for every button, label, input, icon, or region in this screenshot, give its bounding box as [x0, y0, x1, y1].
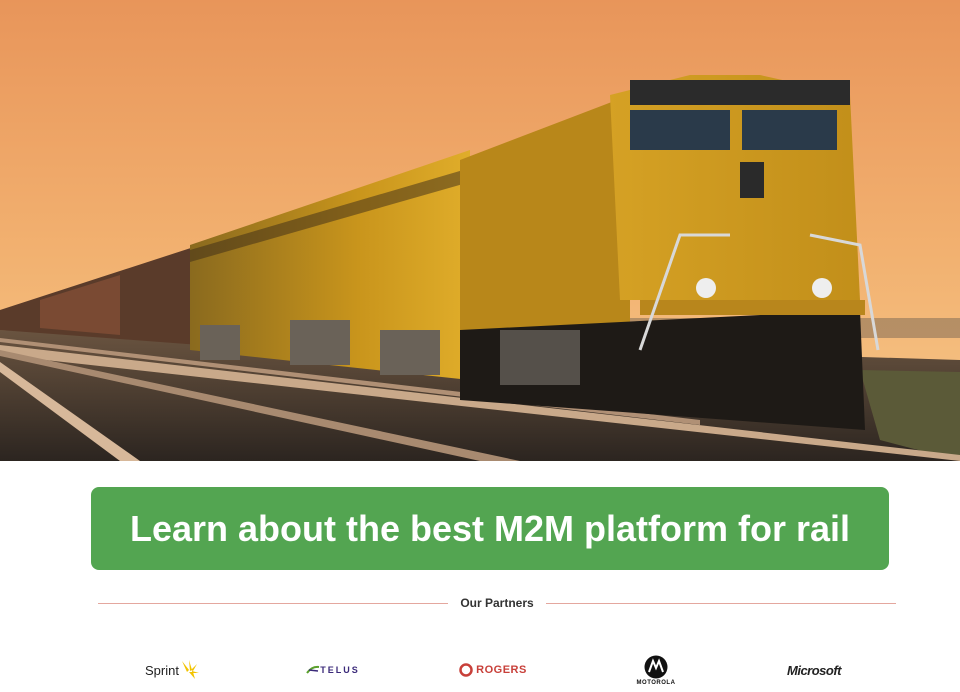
partner-logos: Sprint TELUS ROGERS MOTOROLA Microsoft	[98, 648, 896, 692]
sprint-logo[interactable]: Sprint	[138, 648, 208, 692]
motorola-logo-text: MOTOROLA	[636, 679, 676, 686]
partners-heading: Our Partners	[460, 596, 534, 610]
motorola-batwing-icon	[644, 655, 668, 678]
microsoft-logo[interactable]: Microsoft	[778, 648, 850, 692]
microsoft-logo-text: Microsoft	[787, 662, 842, 678]
sprint-pin-icon	[181, 660, 199, 679]
partners-divider: Our Partners	[98, 595, 897, 611]
divider-line-left	[98, 602, 449, 604]
rogers-logo-text: ROGERS	[476, 664, 527, 676]
hero-image	[0, 0, 960, 461]
train-photo	[0, 0, 960, 461]
motorola-logo[interactable]: MOTOROLA	[623, 648, 689, 692]
divider-line-right	[545, 602, 897, 604]
rogers-swirl-icon	[459, 663, 473, 677]
sprint-logo-text: Sprint	[145, 662, 179, 678]
learn-more-button[interactable]: Learn about the best M2M platform for ra…	[91, 487, 889, 570]
telus-logo-text: TELUS	[320, 665, 360, 675]
telus-mark-icon	[306, 665, 320, 674]
telus-logo[interactable]: TELUS	[298, 648, 368, 692]
rogers-logo[interactable]: ROGERS	[458, 648, 528, 692]
